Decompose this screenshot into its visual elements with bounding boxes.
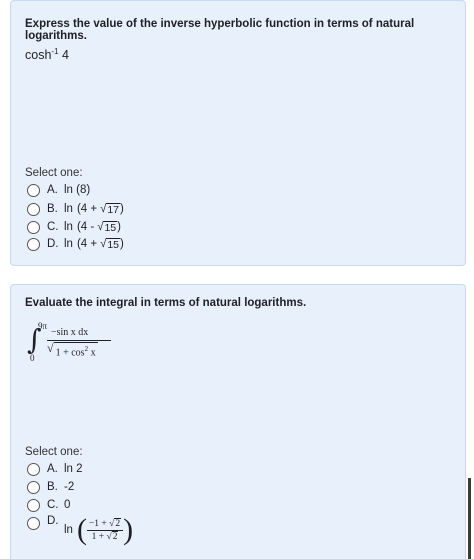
radio-button[interactable] [27, 480, 40, 494]
option-d[interactable]: D. ln ( −1 + √2 1 + √2 ) [27, 515, 133, 545]
option-c[interactable]: C. ln (4 - √ 15 ) [27, 219, 121, 235]
option-b[interactable]: B. ln (4 + √ 17 ) [27, 201, 124, 217]
radio-button[interactable] [27, 202, 40, 216]
integral-numerator: −sin x dx [51, 327, 89, 338]
radio-button[interactable] [27, 237, 40, 251]
fraction-expression: ( −1 + √2 1 + √2 ) [76, 513, 134, 546]
option-b[interactable]: B. -2 [27, 479, 74, 495]
radio-button[interactable] [27, 183, 40, 197]
option-d[interactable]: D. ln (4 + √ 15 ) [27, 236, 124, 252]
integral-expression: ∫ 9π 0 −sin x dx √ 1 + cos2 x [27, 321, 117, 363]
select-one-label: Select one: [25, 446, 83, 458]
radio-button[interactable] [27, 220, 40, 234]
integral-lower-limit: 0 [30, 353, 35, 363]
option-c[interactable]: C. 0 [27, 497, 70, 513]
sqrt-expression: √ 15 [97, 220, 118, 234]
question-card-2: Evaluate the integral in terms of natura… [10, 284, 466, 559]
option-a[interactable]: A. ln (8) [27, 182, 90, 198]
question-text: Express the value of the inverse hyperbo… [25, 18, 415, 42]
question-text: Evaluate the integral in terms of natura… [25, 297, 307, 309]
option-a[interactable]: A. ln 2 [27, 461, 83, 477]
sqrt-expression: √ 15 [100, 237, 121, 251]
sqrt-expression: √ 17 [100, 202, 121, 216]
question-expression: cosh-1 4 [25, 47, 69, 62]
scrollbar[interactable] [468, 478, 471, 559]
select-one-label: Select one: [25, 167, 83, 179]
radio-button[interactable] [27, 498, 40, 512]
radio-button[interactable] [27, 462, 40, 476]
fraction-bar [47, 340, 111, 341]
radio-button[interactable] [27, 517, 40, 530]
question-card-1: Express the value of the inverse hyperbo… [10, 0, 466, 266]
integral-denominator: √ 1 + cos2 x [47, 341, 98, 359]
integral-upper-limit: 9π [38, 321, 48, 331]
